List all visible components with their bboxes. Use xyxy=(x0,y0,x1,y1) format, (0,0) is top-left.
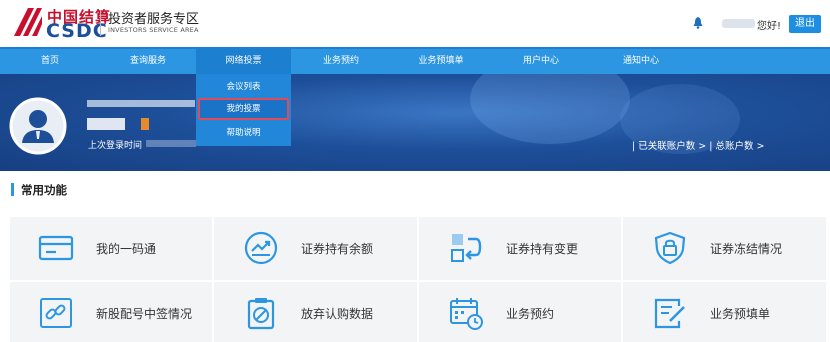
nav-home[interactable]: 首页 xyxy=(0,49,100,74)
grid-divider xyxy=(10,280,826,282)
function-tile[interactable]: 新股配号中签情况 xyxy=(10,282,212,342)
link-icon xyxy=(40,298,72,328)
header: 中国结算 CSDC 投资者服务专区 INVESTORS SERVICE AREA… xyxy=(0,0,830,47)
function-label: 我的一码通 xyxy=(96,242,157,256)
greeting-text: 您好! xyxy=(757,21,782,32)
logo-en-text: CSDC xyxy=(46,20,108,42)
card-icon xyxy=(38,235,74,261)
account-status-mark xyxy=(141,118,149,130)
form-edit-icon xyxy=(654,298,685,329)
csdc-logo-icon xyxy=(14,8,42,36)
trend-chart-icon xyxy=(244,231,278,265)
logout-button[interactable]: 退出 xyxy=(789,15,821,33)
logo-divider xyxy=(100,10,101,36)
last-login-masked xyxy=(146,140,196,147)
main-nav: 首页 查询服务 网络投票 业务预约 业务预填单 用户中心 通知中心 xyxy=(0,47,830,74)
section-title: 常用功能 xyxy=(21,183,67,197)
avatar-icon xyxy=(9,97,67,155)
section-marker xyxy=(11,183,14,196)
swap-icon xyxy=(451,234,482,262)
function-label: 证券持有余额 xyxy=(301,242,374,256)
clipboard-cancel-icon xyxy=(247,298,275,330)
function-tile[interactable]: 业务预约 xyxy=(420,282,622,342)
function-label: 证券持有变更 xyxy=(506,242,579,256)
username-masked xyxy=(722,19,755,28)
nav-notice-center[interactable]: 通知中心 xyxy=(591,49,691,74)
area-title: 投资者服务专区 xyxy=(108,12,200,27)
dropdown-item-my-votes[interactable]: 我的投票 xyxy=(198,98,289,120)
function-label: 业务预填单 xyxy=(710,307,771,321)
voting-dropdown-menu: 会议列表 我的投票 帮助说明 xyxy=(196,74,291,146)
function-tile[interactable]: 证券冻结情况 xyxy=(624,217,826,279)
function-label: 新股配号中签情况 xyxy=(96,307,193,321)
bell-icon[interactable] xyxy=(693,17,703,29)
nav-appointment[interactable]: 业务预约 xyxy=(291,49,391,74)
dropdown-item-meeting-list[interactable]: 会议列表 xyxy=(196,76,291,98)
last-login-label: 上次登录时间 xyxy=(88,141,143,151)
nav-prefill-form[interactable]: 业务预填单 xyxy=(391,49,491,74)
username-masked-banner xyxy=(87,100,195,107)
lock-shield-icon xyxy=(654,231,686,265)
area-subtitle: INVESTORS SERVICE AREA xyxy=(108,26,199,34)
function-tile[interactable]: 业务预填单 xyxy=(624,282,826,342)
calendar-clock-icon xyxy=(450,298,483,330)
account-id-masked xyxy=(87,118,125,130)
nav-online-voting[interactable]: 网络投票 xyxy=(196,49,291,74)
function-label: 放弃认购数据 xyxy=(301,307,374,321)
function-tile[interactable]: 放弃认购数据 xyxy=(215,282,417,342)
account-counts-link[interactable]: | 已关联账户数 > | 总账户数 > xyxy=(632,138,764,152)
function-label: 业务预约 xyxy=(506,307,555,321)
function-tile[interactable]: 证券持有余额 xyxy=(215,217,417,279)
dropdown-item-help[interactable]: 帮助说明 xyxy=(196,122,291,144)
profile-banner: 上次登录时间 | 已关联账户数 > | 总账户数 > xyxy=(0,74,830,171)
nav-query-service[interactable]: 查询服务 xyxy=(100,49,196,74)
function-label: 证券冻结情况 xyxy=(710,242,783,256)
function-tile[interactable]: 我的一码通 xyxy=(10,217,212,279)
function-tile[interactable]: 证券持有变更 xyxy=(420,217,622,279)
nav-user-center[interactable]: 用户中心 xyxy=(491,49,591,74)
